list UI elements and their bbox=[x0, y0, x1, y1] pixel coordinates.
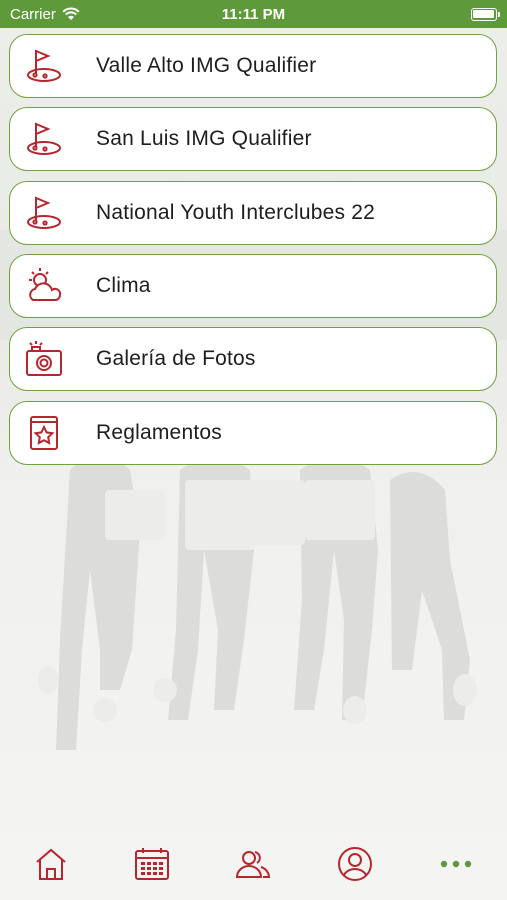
menu-item-label: Galería de Fotos bbox=[96, 347, 256, 370]
menu-item-label: Reglamentos bbox=[96, 421, 222, 444]
golf-flag-icon bbox=[22, 191, 66, 235]
menu-item-galeria[interactable]: Galería de Fotos bbox=[9, 327, 497, 391]
weather-icon bbox=[22, 264, 66, 308]
users-icon bbox=[236, 851, 271, 878]
menu-item-national-youth[interactable]: National Youth Interclubes 22 bbox=[9, 181, 497, 245]
tab-more[interactable] bbox=[431, 844, 481, 884]
menu-item-label: National Youth Interclubes 22 bbox=[96, 201, 376, 224]
tab-home[interactable] bbox=[26, 844, 76, 884]
golf-flag-icon bbox=[22, 44, 66, 88]
golf-flag-icon bbox=[22, 117, 66, 161]
tab-users[interactable] bbox=[228, 844, 278, 884]
more-icon bbox=[441, 860, 472, 868]
menu-item-clima[interactable]: Clima bbox=[9, 254, 497, 318]
menu-item-san-luis[interactable]: San Luis IMG Qualifier bbox=[9, 107, 497, 171]
wifi-icon bbox=[62, 7, 80, 20]
home-icon bbox=[36, 848, 66, 880]
menu-item-reglamentos[interactable]: Reglamentos bbox=[9, 401, 497, 465]
menu-item-label: San Luis IMG Qualifier bbox=[96, 127, 312, 150]
menu-item-label: Valle Alto IMG Qualifier bbox=[96, 54, 317, 77]
tab-bar bbox=[0, 828, 507, 900]
status-bar: Carrier 11:11 PM bbox=[0, 0, 507, 28]
battery-icon bbox=[470, 7, 500, 21]
menu-item-valle-alto[interactable]: Valle Alto IMG Qualifier bbox=[9, 34, 497, 98]
menu-item-label: Clima bbox=[96, 274, 151, 297]
tab-profile[interactable] bbox=[330, 844, 380, 884]
carrier-label: Carrier bbox=[10, 5, 56, 23]
camera-icon bbox=[22, 337, 66, 381]
status-time: 11:11 PM bbox=[221, 5, 286, 23]
tab-calendar[interactable] bbox=[127, 844, 177, 884]
profile-icon bbox=[337, 847, 372, 881]
calendar-icon bbox=[135, 848, 170, 880]
rulebook-icon bbox=[22, 411, 66, 455]
